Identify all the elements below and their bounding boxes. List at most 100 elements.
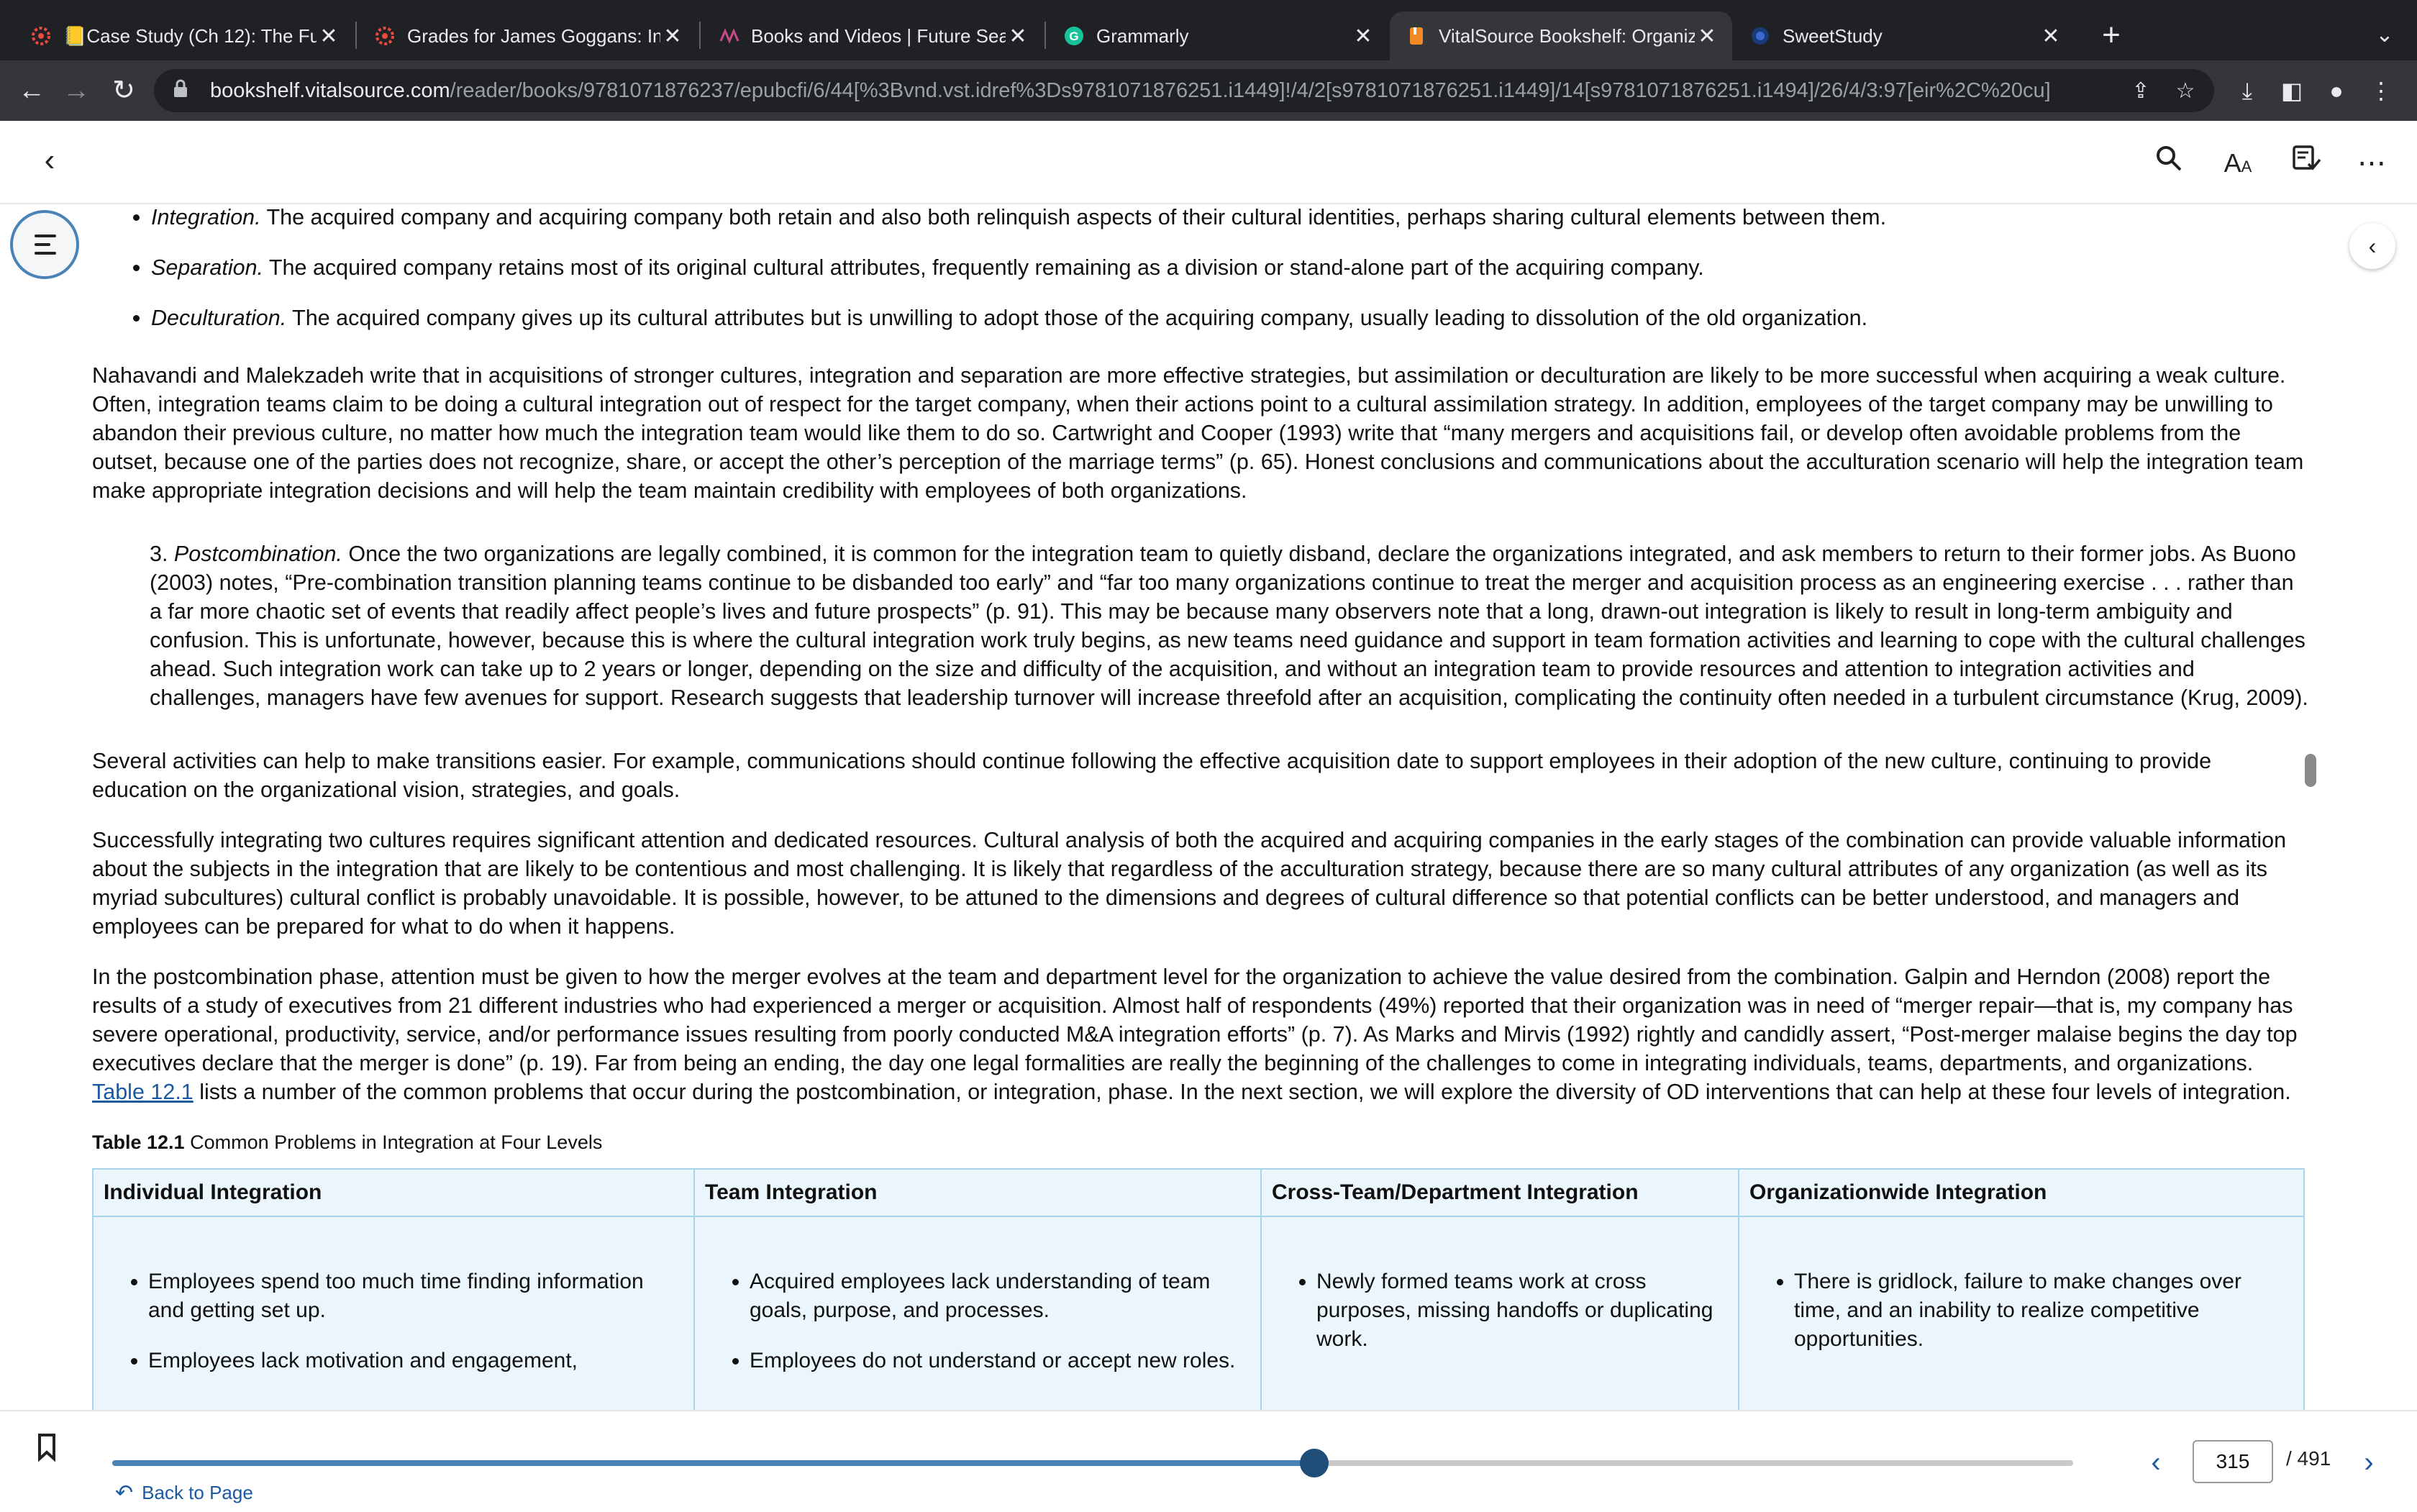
back-arrow-icon[interactable]: ← [13, 72, 50, 109]
bookmark-star-icon[interactable]: ☆ [2170, 78, 2201, 104]
list-item-text: The acquired company and acquiring compa… [260, 205, 1887, 229]
tab-title: Grammarly [1096, 24, 1189, 47]
download-icon[interactable]: ⤓ [2229, 72, 2266, 109]
list-number: 3. [150, 542, 174, 566]
back-to-page-link[interactable]: ↶ Back to Page [115, 1480, 253, 1506]
reader-footer: ↶ Back to Page ‹ / 491 › [0, 1410, 2417, 1512]
search-icon[interactable] [2148, 142, 2190, 184]
list-item: Acquired employees lack understanding of… [750, 1267, 1250, 1325]
list-item: Integration. The acquired company and ac… [151, 203, 2311, 232]
scrollbar-thumb[interactable] [2305, 754, 2316, 787]
tab-title: VitalSource Bookshelf: Organiz [1439, 24, 1695, 47]
red-gear-icon [29, 24, 53, 48]
address-bar[interactable]: bookshelf.vitalsource.com/reader/books/9… [154, 69, 2214, 112]
list-item: Deculturation. The acquired company give… [151, 304, 2311, 332]
collapse-panel-chevron-icon[interactable]: ‹ [2349, 223, 2395, 269]
table-cell: There is gridlock, failure to make chang… [1738, 1216, 2305, 1410]
next-page-chevron-icon[interactable]: › [2351, 1444, 2387, 1480]
tab-vitalsource[interactable]: VitalSource Bookshelf: Organiz ✕ [1390, 12, 1732, 60]
list-item: Employees lack motivation and engagement… [148, 1347, 683, 1375]
progress-fill [112, 1460, 1315, 1466]
paragraph: Nahavandi and Malekzadeh write that in a… [92, 363, 2304, 503]
table-caption: Table 12.1 Common Problems in Integratio… [92, 1128, 2311, 1157]
reload-icon[interactable]: ↻ [105, 72, 142, 109]
browser-menu-icon[interactable]: ⋮ [2362, 72, 2400, 109]
url-path: /reader/books/9781071876237/epubcfi/6/44… [450, 78, 2051, 102]
table-12-1-link[interactable]: Table 12.1 [92, 1080, 194, 1104]
tab-separator [699, 22, 701, 49]
lock-icon [173, 78, 194, 104]
paragraph: Successfully integrating two cultures re… [92, 828, 2287, 939]
list-item-text: The acquired company retains most of its… [263, 255, 1704, 280]
postcombination-item: 3. Postcombination. Once the two organiz… [150, 539, 2311, 712]
paragraph: Several activities can help to make tran… [92, 749, 2212, 802]
list-item-text: The acquired company gives up its cultur… [286, 306, 1868, 330]
table-title: Common Problems in Integration at Four L… [184, 1131, 603, 1153]
close-icon[interactable]: ✕ [2039, 24, 2063, 49]
table-header: Team Integration [693, 1168, 1262, 1217]
forward-arrow-icon[interactable]: → [58, 72, 95, 109]
tab-grades[interactable]: Grades for James Goggans: Int ✕ [358, 12, 698, 60]
list-item: There is gridlock, failure to make chang… [1794, 1267, 2293, 1354]
paragraph-text: lists a number of the common problems th… [193, 1080, 2291, 1104]
tab-case-study[interactable]: 📒Case Study (Ch 12): The Fut ✕ [14, 12, 354, 60]
list-item: Employees do not understand or accept ne… [750, 1347, 1250, 1375]
browser-toolbar: ← → ↻ bookshelf.vitalsource.com/reader/b… [0, 60, 2417, 121]
sweetstudy-icon [1748, 24, 1772, 48]
profile-icon[interactable]: ● [2318, 72, 2355, 109]
page-progress-slider[interactable] [112, 1449, 2073, 1477]
list-item-text: Once the two organizations are legally c… [150, 542, 2308, 710]
close-icon[interactable]: ✕ [1695, 24, 1719, 49]
url-text: bookshelf.vitalsource.com/reader/books/9… [210, 79, 2125, 103]
table-label: Table 12.1 [92, 1131, 185, 1153]
browser-tab-bar: 📒Case Study (Ch 12): The Fut ✕ Grades fo… [0, 0, 2417, 60]
share-icon[interactable]: ⇪ [2125, 78, 2157, 104]
tab-title: Books and Videos | Future Sea [751, 24, 1006, 47]
list-item: Separation. The acquired company retains… [151, 253, 2311, 282]
table-row: Employees spend too much time finding in… [92, 1216, 2305, 1410]
tab-title: SweetStudy [1783, 24, 1883, 47]
new-tab-button[interactable]: + [2092, 16, 2131, 55]
more-options-icon[interactable]: ⋯ [2351, 142, 2393, 184]
reader-back-icon[interactable]: ‹ [32, 142, 68, 178]
acculturation-list: Integration. The acquired company and ac… [92, 203, 2311, 332]
table-header: Organizationwide Integration [1738, 1168, 2305, 1217]
tab-books-videos[interactable]: Books and Videos | Future Sea ✕ [702, 12, 1043, 60]
list-item: Newly formed teams work at cross purpose… [1316, 1267, 1728, 1354]
notes-review-icon[interactable] [2286, 142, 2328, 184]
page-number-input[interactable] [2193, 1440, 2273, 1483]
table-header-row: Individual Integration Team Integration … [92, 1168, 2305, 1217]
tab-title: Grades for James Goggans: Int [407, 24, 660, 47]
list-item-term: Deculturation. [151, 306, 287, 330]
table-of-contents-button[interactable] [10, 210, 79, 279]
tab-grammarly[interactable]: G Grammarly ✕ [1047, 12, 1388, 60]
list-item-term: Separation. [151, 255, 263, 280]
close-icon[interactable]: ✕ [660, 24, 685, 49]
close-icon[interactable]: ✕ [1351, 24, 1375, 49]
list-item: Employees spend too much time finding in… [148, 1267, 683, 1325]
reader-content: Integration. The acquired company and ac… [92, 203, 2311, 1410]
table-cell: Newly formed teams work at cross purpose… [1260, 1216, 1739, 1410]
close-icon[interactable]: ✕ [1006, 24, 1030, 49]
problems-table: Individual Integration Team Integration … [92, 1168, 2305, 1410]
svg-text:G: G [1069, 29, 1078, 43]
previous-page-chevron-icon[interactable]: ‹ [2138, 1444, 2174, 1480]
red-gear-icon [373, 24, 397, 48]
table-header: Individual Integration [92, 1168, 695, 1217]
tab-search-chevron-icon[interactable]: ⌄ [2367, 17, 2403, 53]
content-scrollbar[interactable] [2302, 203, 2319, 1410]
text-size-icon[interactable]: AA [2217, 142, 2259, 184]
tab-title: 📒Case Study (Ch 12): The Fut [63, 24, 317, 47]
table-cell: Acquired employees lack understanding of… [693, 1216, 1262, 1410]
table-cell: Employees spend too much time finding in… [92, 1216, 695, 1410]
grammarly-icon: G [1062, 24, 1086, 48]
tab-separator [1044, 22, 1046, 49]
side-panel-icon[interactable]: ◧ [2273, 72, 2311, 109]
return-arrow-icon: ↶ [115, 1481, 134, 1505]
paragraph: In the postcombination phase, attention … [92, 962, 2311, 1106]
tab-sweetstudy[interactable]: SweetStudy ✕ [1734, 12, 2076, 60]
close-icon[interactable]: ✕ [317, 24, 341, 49]
bookmark-icon[interactable] [29, 1433, 65, 1469]
progress-slider-handle[interactable] [1300, 1449, 1329, 1477]
tab-separator [355, 22, 357, 49]
